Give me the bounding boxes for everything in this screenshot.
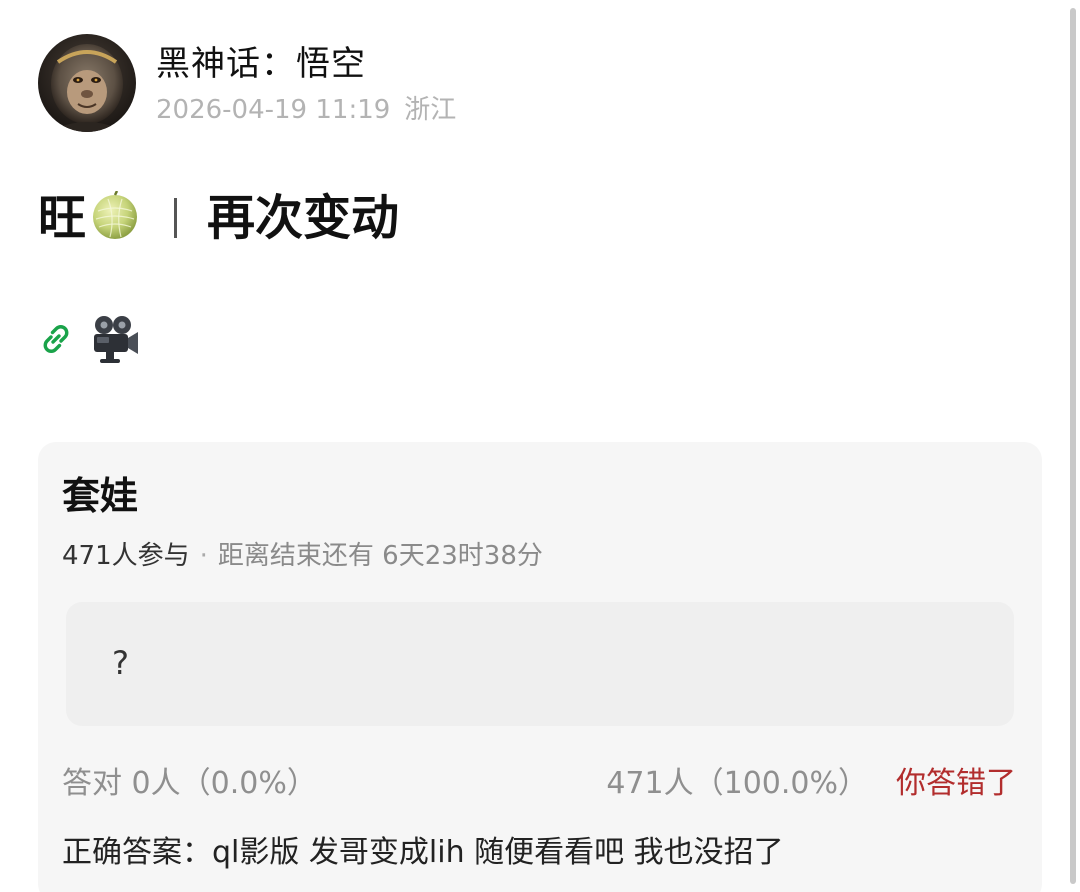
media-row — [38, 312, 142, 366]
wrong-result: 471人（100.0%） 你答错了 — [606, 764, 1016, 804]
poll-card: 套娃 471人参与 · 距离结束还有 6天23时38分 ? 答对 0人（0.0%） … — [38, 442, 1042, 892]
movie-camera-icon[interactable] — [88, 312, 142, 366]
post-meta: 2026-04-19 11:19 浙江 — [156, 92, 470, 128]
melon-emoji-icon — [90, 190, 140, 245]
poll-option[interactable]: ? — [66, 602, 1014, 726]
title-main: 再次变动 — [207, 190, 400, 246]
poll-meta: 471人参与 · 距离结束还有 6天23时38分 — [62, 538, 543, 574]
post-page: 黑神话：悟空 2026-04-19 11:19 浙江 旺 再次变动 套娃 471… — [0, 0, 1080, 892]
poll-title: 套娃 — [62, 474, 139, 518]
post-location: 浙江 — [404, 95, 457, 125]
link-icon[interactable] — [38, 321, 74, 357]
correct-answer: 正确答案：ql影版 发哥变成lih 随便看看吧 我也没招了 — [62, 835, 784, 870]
author-name[interactable]: 黑神话：悟空 — [156, 42, 366, 86]
title-prefix: 旺 — [38, 190, 87, 246]
meta-separator: · — [199, 541, 208, 571]
post-title: 旺 再次变动 — [38, 186, 399, 250]
author-avatar[interactable] — [38, 34, 136, 132]
post-date: 2026-04-19 11:19 — [156, 95, 391, 125]
wrong-count: 471人（100.0%） — [606, 766, 868, 801]
scrollbar-thumb[interactable] — [1070, 8, 1076, 884]
title-separator — [174, 198, 178, 238]
poll-participants: 471人参与 — [62, 541, 190, 571]
correct-result: 答对 0人（0.0%） — [62, 766, 317, 801]
wrong-label: 你答错了 — [896, 766, 1016, 801]
wukong-avatar-icon — [38, 34, 136, 132]
scrollbar-track[interactable] — [1066, 0, 1080, 892]
poll-deadline: 距离结束还有 6天23时38分 — [217, 541, 543, 571]
poll-question-text: ? — [112, 644, 129, 682]
